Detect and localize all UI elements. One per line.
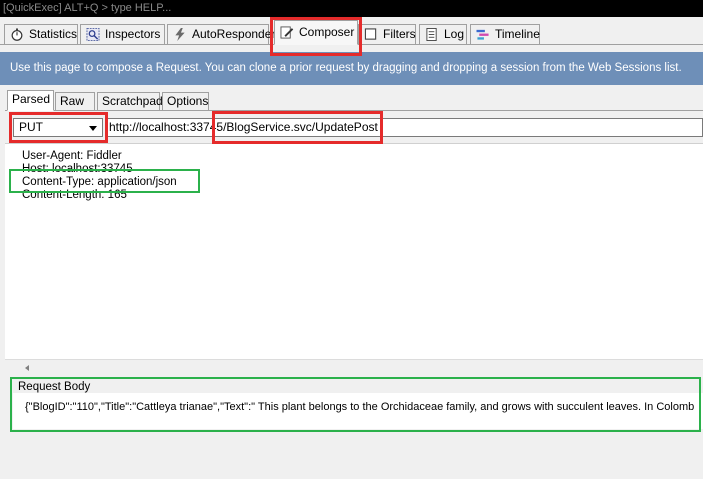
horizontal-scrollbar[interactable] [5,359,703,376]
tab-label: Timeline [495,27,540,41]
chevron-down-icon [89,126,97,131]
subtab-parsed[interactable]: Parsed [7,90,54,111]
subtab-scratchpad[interactable]: Scratchpad [97,92,163,110]
tab-inspectors[interactable]: Inspectors [80,24,165,44]
tab-statistics[interactable]: Statistics [4,24,78,44]
tab-label: AutoResponder [192,27,276,41]
lightning-icon [175,28,185,41]
tab-composer[interactable]: Composer [274,20,358,45]
tab-timeline[interactable]: Timeline [470,24,540,44]
stopwatch-icon [11,28,23,41]
tab-autoresponder[interactable]: AutoResponder [167,24,275,44]
tab-filters[interactable]: Filters [358,24,416,44]
header-line: User-Agent: Fiddler [22,150,122,162]
pencil-icon [280,26,294,39]
header-line: Host: localhost:33745 [22,163,133,175]
subtab-options[interactable]: Options [162,92,209,110]
tab-label: Filters [383,27,416,41]
request-body-editor[interactable]: {"BlogID":"110","Title":"Cattleya triana… [13,393,703,429]
subtab-raw[interactable]: Raw [55,92,95,110]
request-headers-editor[interactable]: User-Agent: Fiddler Host: localhost:3374… [5,143,703,359]
scroll-left-icon[interactable] [25,365,29,371]
main-tab-strip: Statistics Inspectors AutoResponder Comp… [0,17,703,45]
request-body-text: {"BlogID":"110","Title":"Cattleya triana… [25,401,695,413]
subtab-divider [5,110,703,111]
timeline-icon [476,29,489,40]
composer-info-banner: Use this page to compose a Request. You … [0,52,703,85]
http-method-select[interactable]: PUT [13,118,103,137]
http-method-value: PUT [19,120,43,134]
tab-label: Log [444,27,465,41]
tab-label: Statistics [29,27,78,41]
url-input[interactable]: http://localhost:33745/BlogService.svc/U… [106,118,703,137]
document-icon [426,28,437,41]
tab-label: Composer [299,25,355,39]
tab-log[interactable]: Log [419,24,467,44]
magnifier-icon [86,28,100,41]
header-line: Content-Length: 165 [22,189,127,201]
header-line: Content-Type: application/json [22,176,177,188]
checkbox-icon [364,28,377,40]
quickexec-input[interactable]: [QuickExec] ALT+Q > type HELP... [0,0,703,17]
tab-label: Inspectors [105,27,161,41]
